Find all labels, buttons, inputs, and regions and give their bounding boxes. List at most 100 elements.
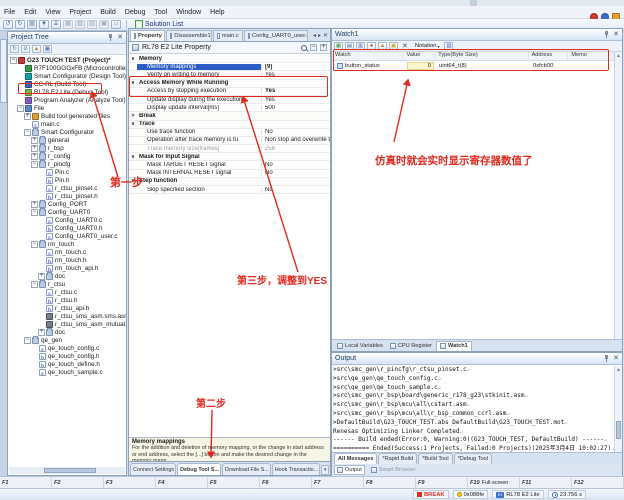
- tree-item[interactable]: +general: [8, 136, 126, 144]
- pin-icon[interactable]: [108, 34, 113, 41]
- tree-expander-icon[interactable]: +: [38, 329, 45, 336]
- pin-icon[interactable]: [604, 355, 609, 362]
- window-cascade-icon[interactable]: ▧: [75, 20, 85, 29]
- tree-item[interactable]: cr_ctsu_pinset.c: [8, 184, 126, 192]
- tab-disassemble1[interactable]: Disassemble1: [166, 30, 212, 41]
- fkey-f5[interactable]: F5: [208, 477, 260, 488]
- tree-item[interactable]: r_ctsu_sms_asm.sms.asm: [8, 312, 126, 320]
- tree-item[interactable]: hqe_touch_config.h: [8, 352, 126, 360]
- section-arrow-icon[interactable]: ∨: [129, 154, 137, 160]
- fkey-f11[interactable]: F11: [520, 477, 572, 488]
- save-all-icon[interactable]: ⇊: [51, 20, 61, 29]
- subtab-output[interactable]: Output: [334, 465, 365, 475]
- tree-item[interactable]: hr_ctsu_pinset.h: [8, 192, 126, 200]
- watch-col-memo[interactable]: Memo: [568, 52, 614, 60]
- tree-expander-icon[interactable]: +: [31, 137, 38, 144]
- fkey-f9[interactable]: F9: [416, 477, 468, 488]
- property-section-break[interactable]: >Break: [129, 112, 330, 120]
- tab-scroll-right-icon[interactable]: ▸: [318, 32, 321, 39]
- tree-item[interactable]: cConfig_UART0.c: [8, 216, 126, 224]
- bottom-tab-debug-tool-s-[interactable]: Debug Tool S...: [177, 463, 221, 475]
- tree-item[interactable]: hrm_touch.h: [8, 256, 126, 264]
- close-icon[interactable]: ✕: [117, 34, 123, 41]
- tree-item[interactable]: RL78 E2 Lite (Debug Tool): [8, 88, 126, 96]
- tree-item[interactable]: −qe_gen: [8, 336, 126, 344]
- close-icon[interactable]: ✕: [613, 31, 619, 38]
- tree-item[interactable]: hqe_touch_define.h: [8, 360, 126, 368]
- property-section-mask-for-input-signal[interactable]: ∨Mask for Input Signal: [129, 153, 330, 161]
- notation-button[interactable]: Notation ▾: [412, 42, 443, 51]
- watch-col-type-byte-size-[interactable]: Type(Byte Size): [435, 52, 528, 60]
- tree-expander-icon[interactable]: −: [17, 105, 24, 112]
- tree-item[interactable]: +doc: [8, 328, 126, 336]
- menu-item-view[interactable]: View: [45, 9, 60, 16]
- property-row-memory-mappings[interactable]: Memory mappings[9]: [129, 63, 330, 71]
- save-project-icon[interactable]: ▼: [39, 20, 49, 29]
- subtab-smart-browser[interactable]: Smart Browser: [369, 465, 418, 475]
- tree-expander-icon[interactable]: −: [31, 161, 38, 168]
- watch-add-icon[interactable]: ▦: [334, 42, 343, 50]
- tree-item[interactable]: cqe_touch_config.c: [8, 344, 126, 352]
- project-tree-hscrollbar[interactable]: [9, 467, 125, 474]
- property-row-display-update-interval-ms-[interactable]: Display update interval[ms]500: [129, 104, 330, 112]
- start-icon[interactable]: ▱: [111, 20, 121, 29]
- menu-item-project[interactable]: Project: [69, 9, 91, 16]
- watch-col-value[interactable]: Value: [403, 52, 435, 60]
- tree-item[interactable]: +Config_PORT: [8, 200, 126, 208]
- tree-item[interactable]: −r_pincfg: [8, 160, 126, 168]
- property-row-update-display-during-the-execution[interactable]: Update display during the executionYes: [129, 96, 330, 104]
- property-value[interactable]: No: [261, 187, 330, 193]
- tree-item[interactable]: −r_ctsu: [8, 280, 126, 288]
- tree-item[interactable]: hr_ctsu_api.h: [8, 304, 126, 312]
- output-tab-*rapid-build[interactable]: *Rapid Build: [378, 453, 417, 464]
- panel-tab-local-variables[interactable]: Local Variables: [334, 341, 386, 351]
- section-arrow-icon[interactable]: ∨: [129, 80, 137, 86]
- menu-item-window[interactable]: Window: [176, 9, 201, 16]
- section-arrow-icon[interactable]: ∨: [129, 56, 137, 62]
- fkey-f8[interactable]: F8: [364, 477, 416, 488]
- section-arrow-icon[interactable]: >: [129, 113, 137, 119]
- menu-item-help[interactable]: Help: [210, 9, 224, 16]
- menu-item-edit[interactable]: Edit: [24, 9, 36, 16]
- output-tab-*debug-tool[interactable]: *Debug Tool: [454, 453, 492, 464]
- property-value[interactable]: 500: [261, 105, 330, 111]
- section-arrow-icon[interactable]: ∨: [129, 121, 137, 127]
- tree-expander-icon[interactable]: −: [31, 209, 38, 216]
- fkey-f4[interactable]: F4: [156, 477, 208, 488]
- tree-item[interactable]: −Config_UART0: [8, 208, 126, 216]
- watch-record-icon[interactable]: ●: [367, 42, 376, 50]
- watch-row[interactable]: button_status0uint64_t(8)0xfcb00: [332, 61, 614, 71]
- bottom-tab-connect-settings[interactable]: Connect Settings: [130, 463, 176, 475]
- tree-expander-icon[interactable]: −: [31, 241, 38, 248]
- menu-item-debug[interactable]: Debug: [125, 9, 146, 16]
- tree-item[interactable]: hr_ctsu.h: [8, 296, 126, 304]
- property-value[interactable]: 256: [261, 146, 330, 152]
- tree-item[interactable]: Program Analyzer (Analyze Tool): [8, 96, 126, 104]
- property-section-access-memory-while-running[interactable]: ∨Access Memory While Running: [129, 80, 330, 88]
- tree-expander-icon[interactable]: −: [24, 337, 31, 344]
- pin-icon[interactable]: [604, 31, 609, 38]
- property-row-skip-specified-section[interactable]: Skip specified sectionNo: [129, 186, 330, 194]
- output-vscrollbar[interactable]: ▲: [614, 366, 622, 452]
- tree-item[interactable]: cr_ctsu.c: [8, 288, 126, 296]
- tree-expander-icon[interactable]: +: [31, 145, 38, 152]
- property-value[interactable]: Non stop and overwrite to trace memory: [261, 137, 330, 143]
- tree-refresh-icon[interactable]: ↻: [10, 45, 19, 53]
- tree-item[interactable]: +r_bsp: [8, 144, 126, 152]
- tree-item[interactable]: hPin.h: [8, 176, 126, 184]
- watch-delete-icon[interactable]: ✕: [402, 43, 408, 50]
- property-row-mask-internal-reset-signal[interactable]: Mask INTERNAL RESET signalNo: [129, 170, 330, 178]
- tree-expander-icon[interactable]: −: [10, 57, 17, 64]
- tree-expander-icon[interactable]: +: [38, 273, 45, 280]
- property-row-use-trace-function[interactable]: Use trace functionNo: [129, 129, 330, 137]
- tree-item[interactable]: −G23 TOUCH TEST (Project)*: [8, 56, 126, 64]
- watch-compare-icon[interactable]: ▥: [356, 42, 365, 50]
- tree-item[interactable]: −rm_touch: [8, 240, 126, 248]
- tree-expander-icon[interactable]: +: [31, 201, 38, 208]
- property-value[interactable]: Yes: [261, 72, 330, 78]
- property-value[interactable]: Yes: [261, 88, 330, 94]
- bottom-tab-hook-transactio-[interactable]: Hook Transactio...: [272, 463, 320, 475]
- tree-item[interactable]: r_ctsu_sms_asm_mutual.s...: [8, 320, 126, 328]
- property-value[interactable]: [9]: [261, 64, 330, 70]
- forward-icon[interactable]: ↻: [15, 20, 25, 29]
